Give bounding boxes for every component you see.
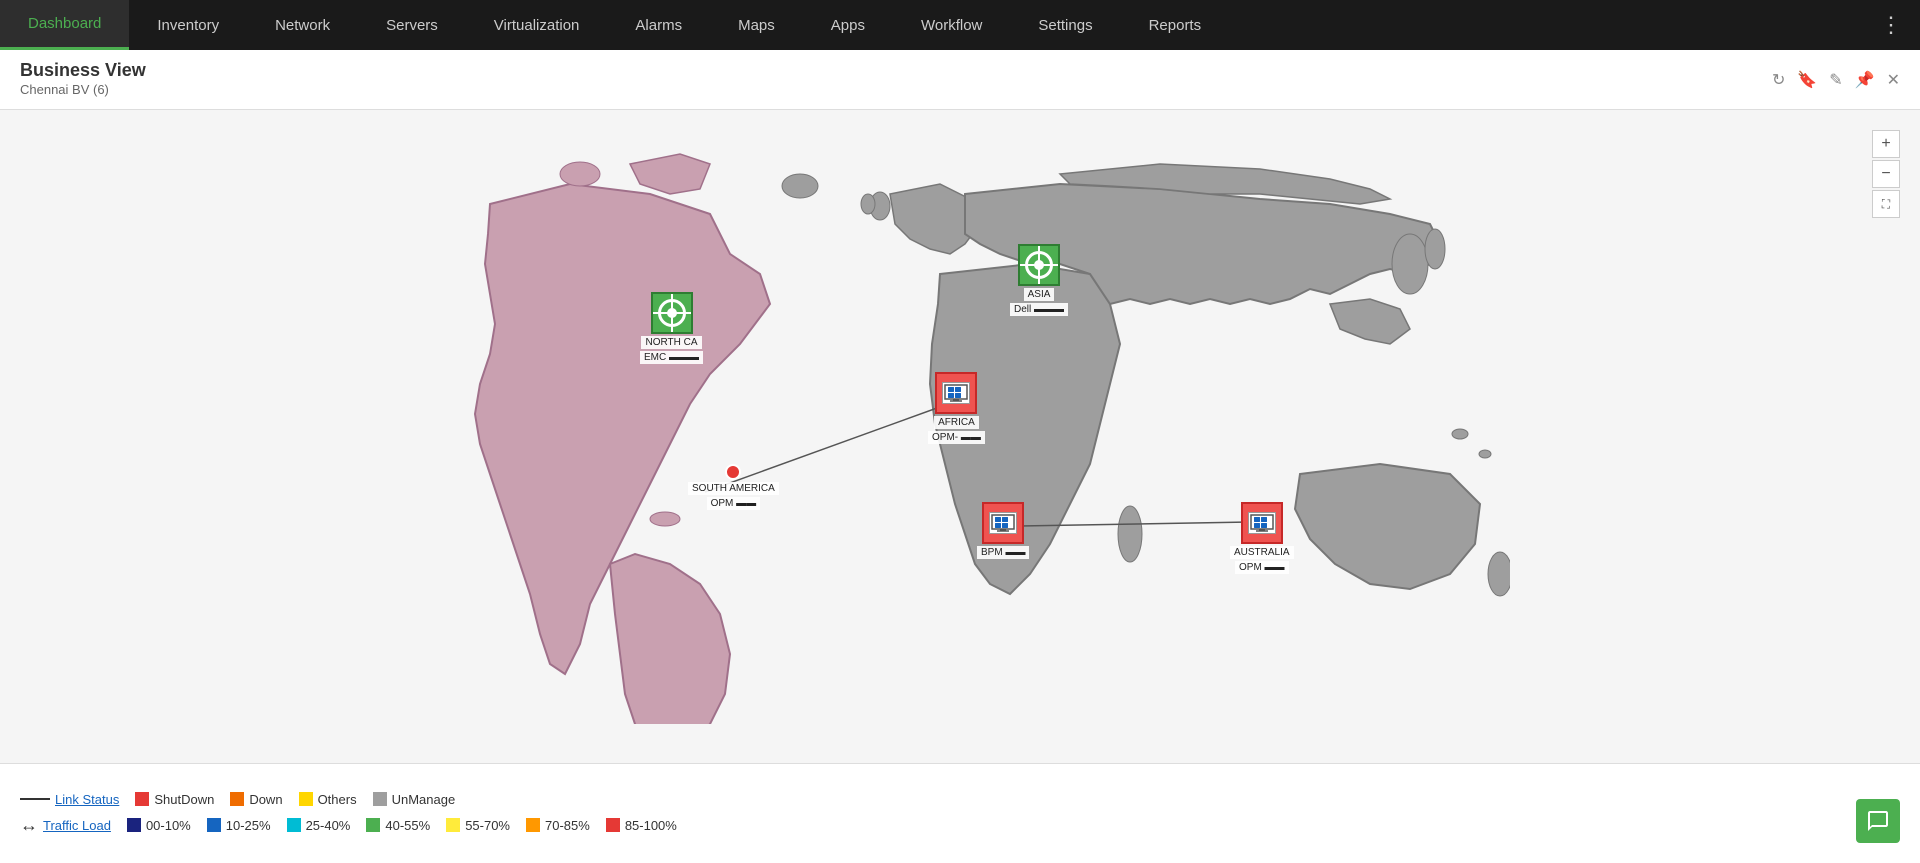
legend-t2: 10-25% — [207, 818, 271, 833]
node-box-africa-south — [982, 502, 1024, 544]
node-sublabel-north-ca: EMC ▬▬▬ — [640, 351, 703, 364]
nav-reports[interactable]: Reports — [1121, 0, 1230, 50]
monitor-icon-africa — [942, 382, 970, 404]
nav-settings[interactable]: Settings — [1010, 0, 1120, 50]
node-label-asia: ASIA — [1024, 288, 1055, 301]
node-label-south-america: SOUTH AMERICA — [688, 482, 779, 495]
legend-t1: 00-10% — [127, 818, 191, 833]
legend-t6: 70-85% — [526, 818, 590, 833]
close-icon[interactable]: ✕ — [1887, 70, 1900, 90]
legend-t7: 85-100% — [606, 818, 677, 833]
link-status-label[interactable]: Link Status — [55, 792, 119, 807]
map-overlay: NORTH CA EMC ▬▬▬ ASIA Dell ▬▬▬ — [410, 144, 1510, 724]
t6-color — [526, 818, 540, 832]
nav-more-button[interactable]: ⋮ — [1862, 12, 1920, 38]
traffic-arrow-icon: ↔ — [20, 815, 38, 836]
nav-alarms[interactable]: Alarms — [607, 0, 710, 50]
legend-down: Down — [230, 792, 282, 807]
t1-color — [127, 818, 141, 832]
node-asia[interactable]: ASIA Dell ▬▬▬ — [1010, 244, 1068, 316]
shutdown-color — [135, 792, 149, 806]
node-box-north-ca — [651, 292, 693, 334]
nav-servers[interactable]: Servers — [358, 0, 466, 50]
t2-color — [207, 818, 221, 832]
nav-inventory[interactable]: Inventory — [129, 0, 247, 50]
others-color — [299, 792, 313, 806]
monitor-icon-africa-south — [989, 512, 1017, 534]
bookmark-icon[interactable]: 🔖 — [1797, 70, 1817, 90]
zoom-in-button[interactable]: + — [1872, 130, 1900, 158]
node-box-asia — [1018, 244, 1060, 286]
node-sublabel-australia: OPM ▬▬ — [1235, 561, 1289, 574]
node-label-australia: AUSTRALIA — [1230, 546, 1294, 559]
pin-icon[interactable]: 📌 — [1855, 70, 1875, 90]
legend-t4: 40-55% — [366, 818, 430, 833]
footer-legend: Link Status ShutDown Down Others UnManag… — [0, 763, 1920, 863]
legend-t3: 25-40% — [287, 818, 351, 833]
t7-color — [606, 818, 620, 832]
node-box-australia — [1241, 502, 1283, 544]
legend-others: Others — [299, 792, 357, 807]
down-color — [230, 792, 244, 806]
alert-dot-south-america — [725, 464, 741, 480]
top-navigation: Dashboard Inventory Network Servers Virt… — [0, 0, 1920, 50]
nav-maps[interactable]: Maps — [710, 0, 803, 50]
t4-color — [366, 818, 380, 832]
target-icon-asia — [1025, 251, 1053, 279]
node-sublabel-south-america: OPM ▬▬ — [707, 497, 761, 510]
node-box-africa — [935, 372, 977, 414]
main-content: + − ⛶ — [0, 110, 1920, 763]
refresh-icon[interactable]: ↻ — [1772, 70, 1785, 90]
legend-unmanage: UnManage — [373, 792, 456, 807]
legend-row-traffic: ↔ Traffic Load 00-10% 10-25% 25-40% 40-5… — [20, 815, 1900, 836]
map-svg-wrapper: NORTH CA EMC ▬▬▬ ASIA Dell ▬▬▬ — [410, 144, 1510, 729]
nav-virtualization[interactable]: Virtualization — [466, 0, 608, 50]
zoom-controls: + − ⛶ — [1872, 130, 1900, 218]
target-icon-north-ca — [658, 299, 686, 327]
nav-network[interactable]: Network — [247, 0, 358, 50]
node-sublabel-africa: OPM- ▬▬ — [928, 431, 985, 444]
nav-apps[interactable]: Apps — [803, 0, 893, 50]
legend-link-status: Link Status — [20, 792, 119, 807]
legend-traffic-load: ↔ Traffic Load — [20, 815, 111, 836]
unmanage-color — [373, 792, 387, 806]
legend-t5: 55-70% — [446, 818, 510, 833]
node-north-ca[interactable]: NORTH CA EMC ▬▬▬ — [640, 292, 703, 364]
node-label-africa: AFRICA — [934, 416, 979, 429]
t5-color — [446, 818, 460, 832]
node-sublabel-asia: Dell ▬▬▬ — [1010, 303, 1068, 316]
node-label-africa-south: BPM ▬▬ — [977, 546, 1029, 559]
zoom-out-button[interactable]: − — [1872, 160, 1900, 188]
page-header-left: Business View Chennai BV (6) — [20, 60, 146, 99]
node-africa-south[interactable]: BPM ▬▬ — [977, 502, 1029, 559]
page-title: Business View — [20, 60, 146, 81]
node-south-america[interactable]: SOUTH AMERICA OPM ▬▬ — [688, 464, 779, 510]
legend-line-icon — [20, 798, 50, 800]
page-header-right: ↻ 🔖 ✎ 📌 ✕ — [1772, 70, 1900, 90]
edit-icon[interactable]: ✎ — [1829, 70, 1842, 90]
page-subtitle: Chennai BV (6) — [20, 82, 109, 97]
page-header: Business View Chennai BV (6) ↻ 🔖 ✎ 📌 ✕ — [0, 50, 1920, 110]
map-container: NORTH CA EMC ▬▬▬ ASIA Dell ▬▬▬ — [0, 110, 1920, 763]
traffic-load-label[interactable]: Traffic Load — [43, 818, 111, 833]
chat-button[interactable] — [1856, 799, 1900, 843]
monitor-icon-australia — [1248, 512, 1276, 534]
node-label-north-ca: NORTH CA — [641, 336, 701, 349]
nav-dashboard[interactable]: Dashboard — [0, 0, 129, 50]
expand-button[interactable]: ⛶ — [1872, 190, 1900, 218]
nav-workflow[interactable]: Workflow — [893, 0, 1010, 50]
node-africa-monitor[interactable]: AFRICA OPM- ▬▬ — [928, 372, 985, 444]
t3-color — [287, 818, 301, 832]
node-australia[interactable]: AUSTRALIA OPM ▬▬ — [1230, 502, 1294, 574]
legend-shutdown: ShutDown — [135, 792, 214, 807]
legend-row-status: Link Status ShutDown Down Others UnManag… — [20, 792, 1900, 807]
